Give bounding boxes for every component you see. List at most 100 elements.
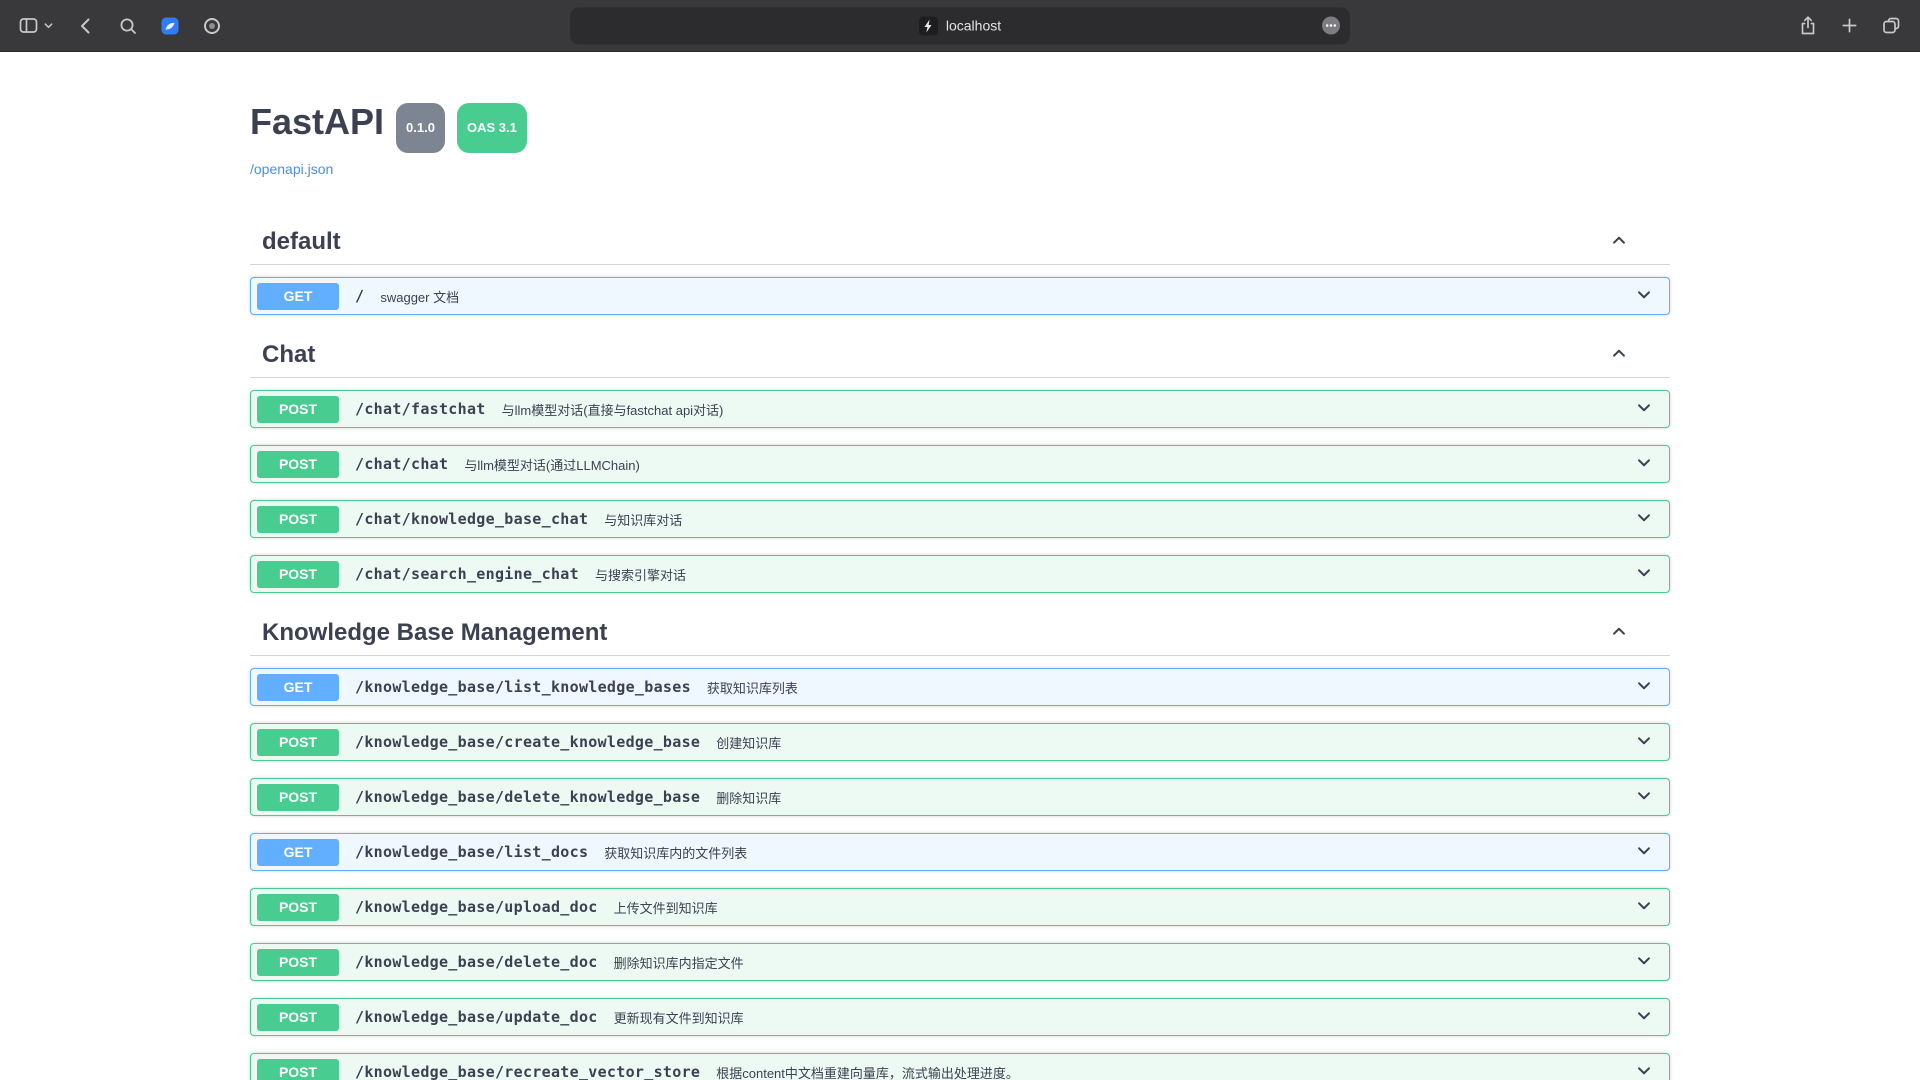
operation-row[interactable]: POST /chat/search_engine_chat 与搜索引擎对话 [250, 555, 1670, 593]
operation-path: /knowledge_base/upload_doc [355, 898, 598, 916]
operation-row[interactable]: POST /knowledge_base/recreate_vector_sto… [250, 1053, 1670, 1080]
search-icon [118, 16, 138, 36]
site-favicon-icon [919, 16, 938, 35]
operation-summary: 更新现有文件到知识库 [614, 1008, 744, 1027]
version-badge: 0.1.0 [396, 103, 445, 153]
openapi-spec-link[interactable]: /openapi.json [250, 161, 333, 177]
http-method-badge: GET [257, 674, 339, 701]
operation-path: /knowledge_base/delete_doc [355, 953, 598, 971]
expand-operation-button[interactable] [1633, 507, 1655, 532]
section-collapse-button[interactable] [1606, 618, 1632, 647]
operation-path: /chat/fastchat [355, 400, 486, 418]
operation-path: /knowledge_base/recreate_vector_store [355, 1063, 700, 1080]
extension-icon-2 [202, 16, 222, 36]
chevron-down-icon [1635, 897, 1653, 918]
back-button[interactable] [76, 16, 96, 36]
toolbar-left-group [18, 15, 222, 36]
operation-row[interactable]: POST /knowledge_base/delete_doc 删除知识库内指定… [250, 943, 1670, 981]
operation-row[interactable]: GET /knowledge_base/list_knowledge_bases… [250, 668, 1670, 706]
operation-row[interactable]: POST /chat/fastchat 与llm模型对话(直接与fastchat… [250, 390, 1670, 428]
operation-row[interactable]: POST /knowledge_base/create_knowledge_ba… [250, 723, 1670, 761]
sections-container: default GET / swagger 文档 Chat [250, 219, 1670, 1080]
operation-row[interactable]: POST /knowledge_base/upload_doc 上传文件到知识库 [250, 888, 1670, 926]
section-header[interactable]: default [250, 219, 1670, 265]
operation-path: /knowledge_base/delete_knowledge_base [355, 788, 700, 806]
search-button[interactable] [118, 16, 138, 36]
section-header[interactable]: Chat [250, 332, 1670, 378]
operation-path: / [355, 287, 364, 305]
share-icon [1798, 15, 1818, 36]
operation-row[interactable]: POST /chat/knowledge_base_chat 与知识库对话 [250, 500, 1670, 538]
chevron-down-icon [1635, 732, 1653, 753]
expand-operation-button[interactable] [1633, 950, 1655, 975]
share-button[interactable] [1798, 15, 1818, 36]
browser-toolbar: localhost [0, 0, 1920, 52]
chevron-down-icon [1635, 454, 1653, 475]
api-section: default GET / swagger 文档 [250, 219, 1670, 315]
operation-row[interactable]: POST /knowledge_base/update_doc 更新现有文件到知… [250, 998, 1670, 1036]
operation-summary: 获取知识库内的文件列表 [604, 843, 747, 862]
tab-overview-icon [1881, 15, 1902, 36]
operation-summary: 创建知识库 [716, 733, 781, 752]
chevron-down-icon [1635, 564, 1653, 585]
oas-badge: OAS 3.1 [457, 103, 527, 153]
operation-row[interactable]: GET / swagger 文档 [250, 277, 1670, 315]
sidebar-toggle-button[interactable] [18, 15, 54, 36]
tab-overview-button[interactable] [1881, 15, 1902, 36]
operation-summary: 删除知识库 [716, 788, 781, 807]
expand-operation-button[interactable] [1633, 1060, 1655, 1080]
operation-summary: 获取知识库列表 [707, 678, 798, 697]
operation-row[interactable]: GET /knowledge_base/list_docs 获取知识库内的文件列… [250, 833, 1670, 871]
chevron-down-icon [1635, 842, 1653, 863]
expand-operation-button[interactable] [1633, 452, 1655, 477]
section-collapse-button[interactable] [1606, 340, 1632, 369]
api-section: Chat POST /chat/fastchat 与llm模型对话(直接与fas… [250, 332, 1670, 593]
operation-summary: 与llm模型对话(通过LLMChain) [464, 455, 640, 474]
operation-path: /knowledge_base/create_knowledge_base [355, 733, 700, 751]
chevron-up-icon [1610, 350, 1628, 365]
expand-operation-button[interactable] [1633, 730, 1655, 755]
back-icon [76, 16, 96, 36]
expand-operation-button[interactable] [1633, 284, 1655, 309]
section-header[interactable]: Knowledge Base Management [250, 610, 1670, 656]
expand-operation-button[interactable] [1633, 1005, 1655, 1030]
operation-path: /knowledge_base/update_doc [355, 1008, 598, 1026]
operation-path: /knowledge_base/list_docs [355, 843, 588, 861]
expand-operation-button[interactable] [1633, 895, 1655, 920]
http-method-badge: POST [257, 1004, 339, 1031]
chevron-down-icon [1635, 787, 1653, 808]
expand-operation-button[interactable] [1633, 562, 1655, 587]
http-method-badge: POST [257, 949, 339, 976]
new-tab-icon [1840, 16, 1859, 35]
http-method-badge: GET [257, 283, 339, 310]
expand-operation-button[interactable] [1633, 840, 1655, 865]
chevron-down-icon [1635, 952, 1653, 973]
operation-row[interactable]: POST /knowledge_base/delete_knowledge_ba… [250, 778, 1670, 816]
http-method-badge: GET [257, 839, 339, 866]
extension-button-2[interactable] [202, 16, 222, 36]
http-method-badge: POST [257, 561, 339, 588]
section-collapse-button[interactable] [1606, 227, 1632, 256]
new-tab-button[interactable] [1840, 16, 1859, 35]
expand-operation-button[interactable] [1633, 397, 1655, 422]
section-title: Knowledge Base Management [262, 619, 607, 647]
operation-row[interactable]: POST /chat/chat 与llm模型对话(通过LLMChain) [250, 445, 1670, 483]
extension-icon-1 [160, 16, 180, 36]
chevron-down-icon [43, 20, 54, 31]
http-method-badge: POST [257, 729, 339, 756]
section-title: default [262, 228, 341, 256]
operation-path: /chat/search_engine_chat [355, 565, 579, 583]
url-bar[interactable]: localhost [570, 7, 1350, 44]
extension-badge-icon[interactable] [1321, 16, 1341, 36]
operation-summary: 删除知识库内指定文件 [614, 953, 744, 972]
http-method-badge: POST [257, 506, 339, 533]
extension-button-1[interactable] [160, 16, 180, 36]
operations-list: GET /knowledge_base/list_knowledge_bases… [250, 656, 1670, 1080]
http-method-badge: POST [257, 784, 339, 811]
expand-operation-button[interactable] [1633, 785, 1655, 810]
chevron-down-icon [1635, 509, 1653, 530]
http-method-badge: POST [257, 1059, 339, 1080]
expand-operation-button[interactable] [1633, 675, 1655, 700]
chevron-down-icon [1635, 286, 1653, 307]
chevron-up-icon [1610, 237, 1628, 252]
